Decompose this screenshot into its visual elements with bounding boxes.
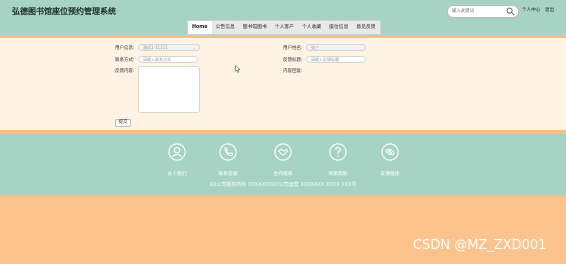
footer-item-label: 联系客服 xyxy=(218,172,238,177)
chevron-down-icon: ⌄ xyxy=(192,45,196,50)
feedback-title-placeholder: 请输入反馈标题 xyxy=(311,57,339,62)
user-name-label: 用户姓名: xyxy=(283,46,303,51)
link-icon xyxy=(381,143,399,161)
footer-item-contact[interactable]: 联系客服 xyxy=(208,143,248,177)
footer-item-cooperation[interactable]: 合作招商 xyxy=(263,143,303,177)
nav-item-books[interactable]: 图书馆图书 xyxy=(239,21,271,34)
footer-item-label: 友情链接 xyxy=(380,172,400,177)
contact-label: 联系方式: xyxy=(115,58,135,63)
feedback-content-textarea[interactable] xyxy=(138,66,200,113)
help-icon xyxy=(329,143,347,161)
footer-item-links[interactable]: 友情链接 xyxy=(370,143,410,177)
footer-item-help[interactable]: 商家帮助 xyxy=(318,143,358,177)
contact-placeholder: 请输入联系方式 xyxy=(143,57,171,62)
footer-item-about[interactable]: 关于我们 xyxy=(157,143,197,177)
nav-item-customers[interactable]: 个人客户 xyxy=(271,21,298,34)
handshake-icon xyxy=(274,143,292,161)
personal-center-link[interactable]: 个人中心 xyxy=(522,7,540,13)
feedback-title-label: 反馈标题: xyxy=(283,58,303,63)
footer-item-label: 关于我们 xyxy=(167,172,187,177)
reply-label: 内容回复: xyxy=(283,69,303,74)
nav-item-notices[interactable]: 公告信息 xyxy=(212,21,239,34)
nav-item-feedback[interactable]: 意见反馈 xyxy=(352,21,379,34)
user-account-value: 测试1-11111 xyxy=(143,45,168,50)
site-title[interactable]: 弘德图书馆座位预约管理系统 xyxy=(12,6,116,17)
mouse-cursor-icon xyxy=(235,65,241,73)
footer-item-label: 商家帮助 xyxy=(328,172,348,177)
feedback-title-field[interactable]: 请输入反馈标题 xyxy=(306,56,366,63)
user-icon xyxy=(168,143,186,161)
phone-icon xyxy=(219,143,237,161)
main-nav: Home 公告信息 图书馆图书 个人客户 个人收藏 座位信息 意见反馈 xyxy=(187,20,381,35)
contact-field[interactable]: 请输入联系方式 xyxy=(138,56,198,63)
nav-item-favorites[interactable]: 个人收藏 xyxy=(298,21,325,34)
search-box[interactable] xyxy=(447,5,519,18)
search-input[interactable] xyxy=(452,6,502,17)
copyright-text: XX公司版权所有 XXXXXXXXX公司运营 XXXXXXX XXXX XXX号 xyxy=(209,182,357,188)
nav-item-seats[interactable]: 座位信息 xyxy=(325,21,352,34)
feedback-content-label: 反馈内容: xyxy=(115,69,135,74)
footer-item-label: 合作招商 xyxy=(273,172,293,177)
watermark-text: CSDN @MZ_ZXD001 xyxy=(413,238,547,253)
submit-button[interactable]: 提交 xyxy=(115,119,131,127)
user-name-value: 张三 xyxy=(311,45,319,50)
user-name-field[interactable]: 张三 xyxy=(306,44,366,51)
search-icon[interactable] xyxy=(506,7,515,16)
divider xyxy=(0,35,566,38)
nav-item-home[interactable]: Home xyxy=(188,21,212,34)
user-account-select[interactable]: 测试1-11111 ⌄ xyxy=(138,44,200,51)
user-account-label: 用户信息: xyxy=(115,46,135,51)
logout-link[interactable]: 退出 xyxy=(545,7,554,13)
